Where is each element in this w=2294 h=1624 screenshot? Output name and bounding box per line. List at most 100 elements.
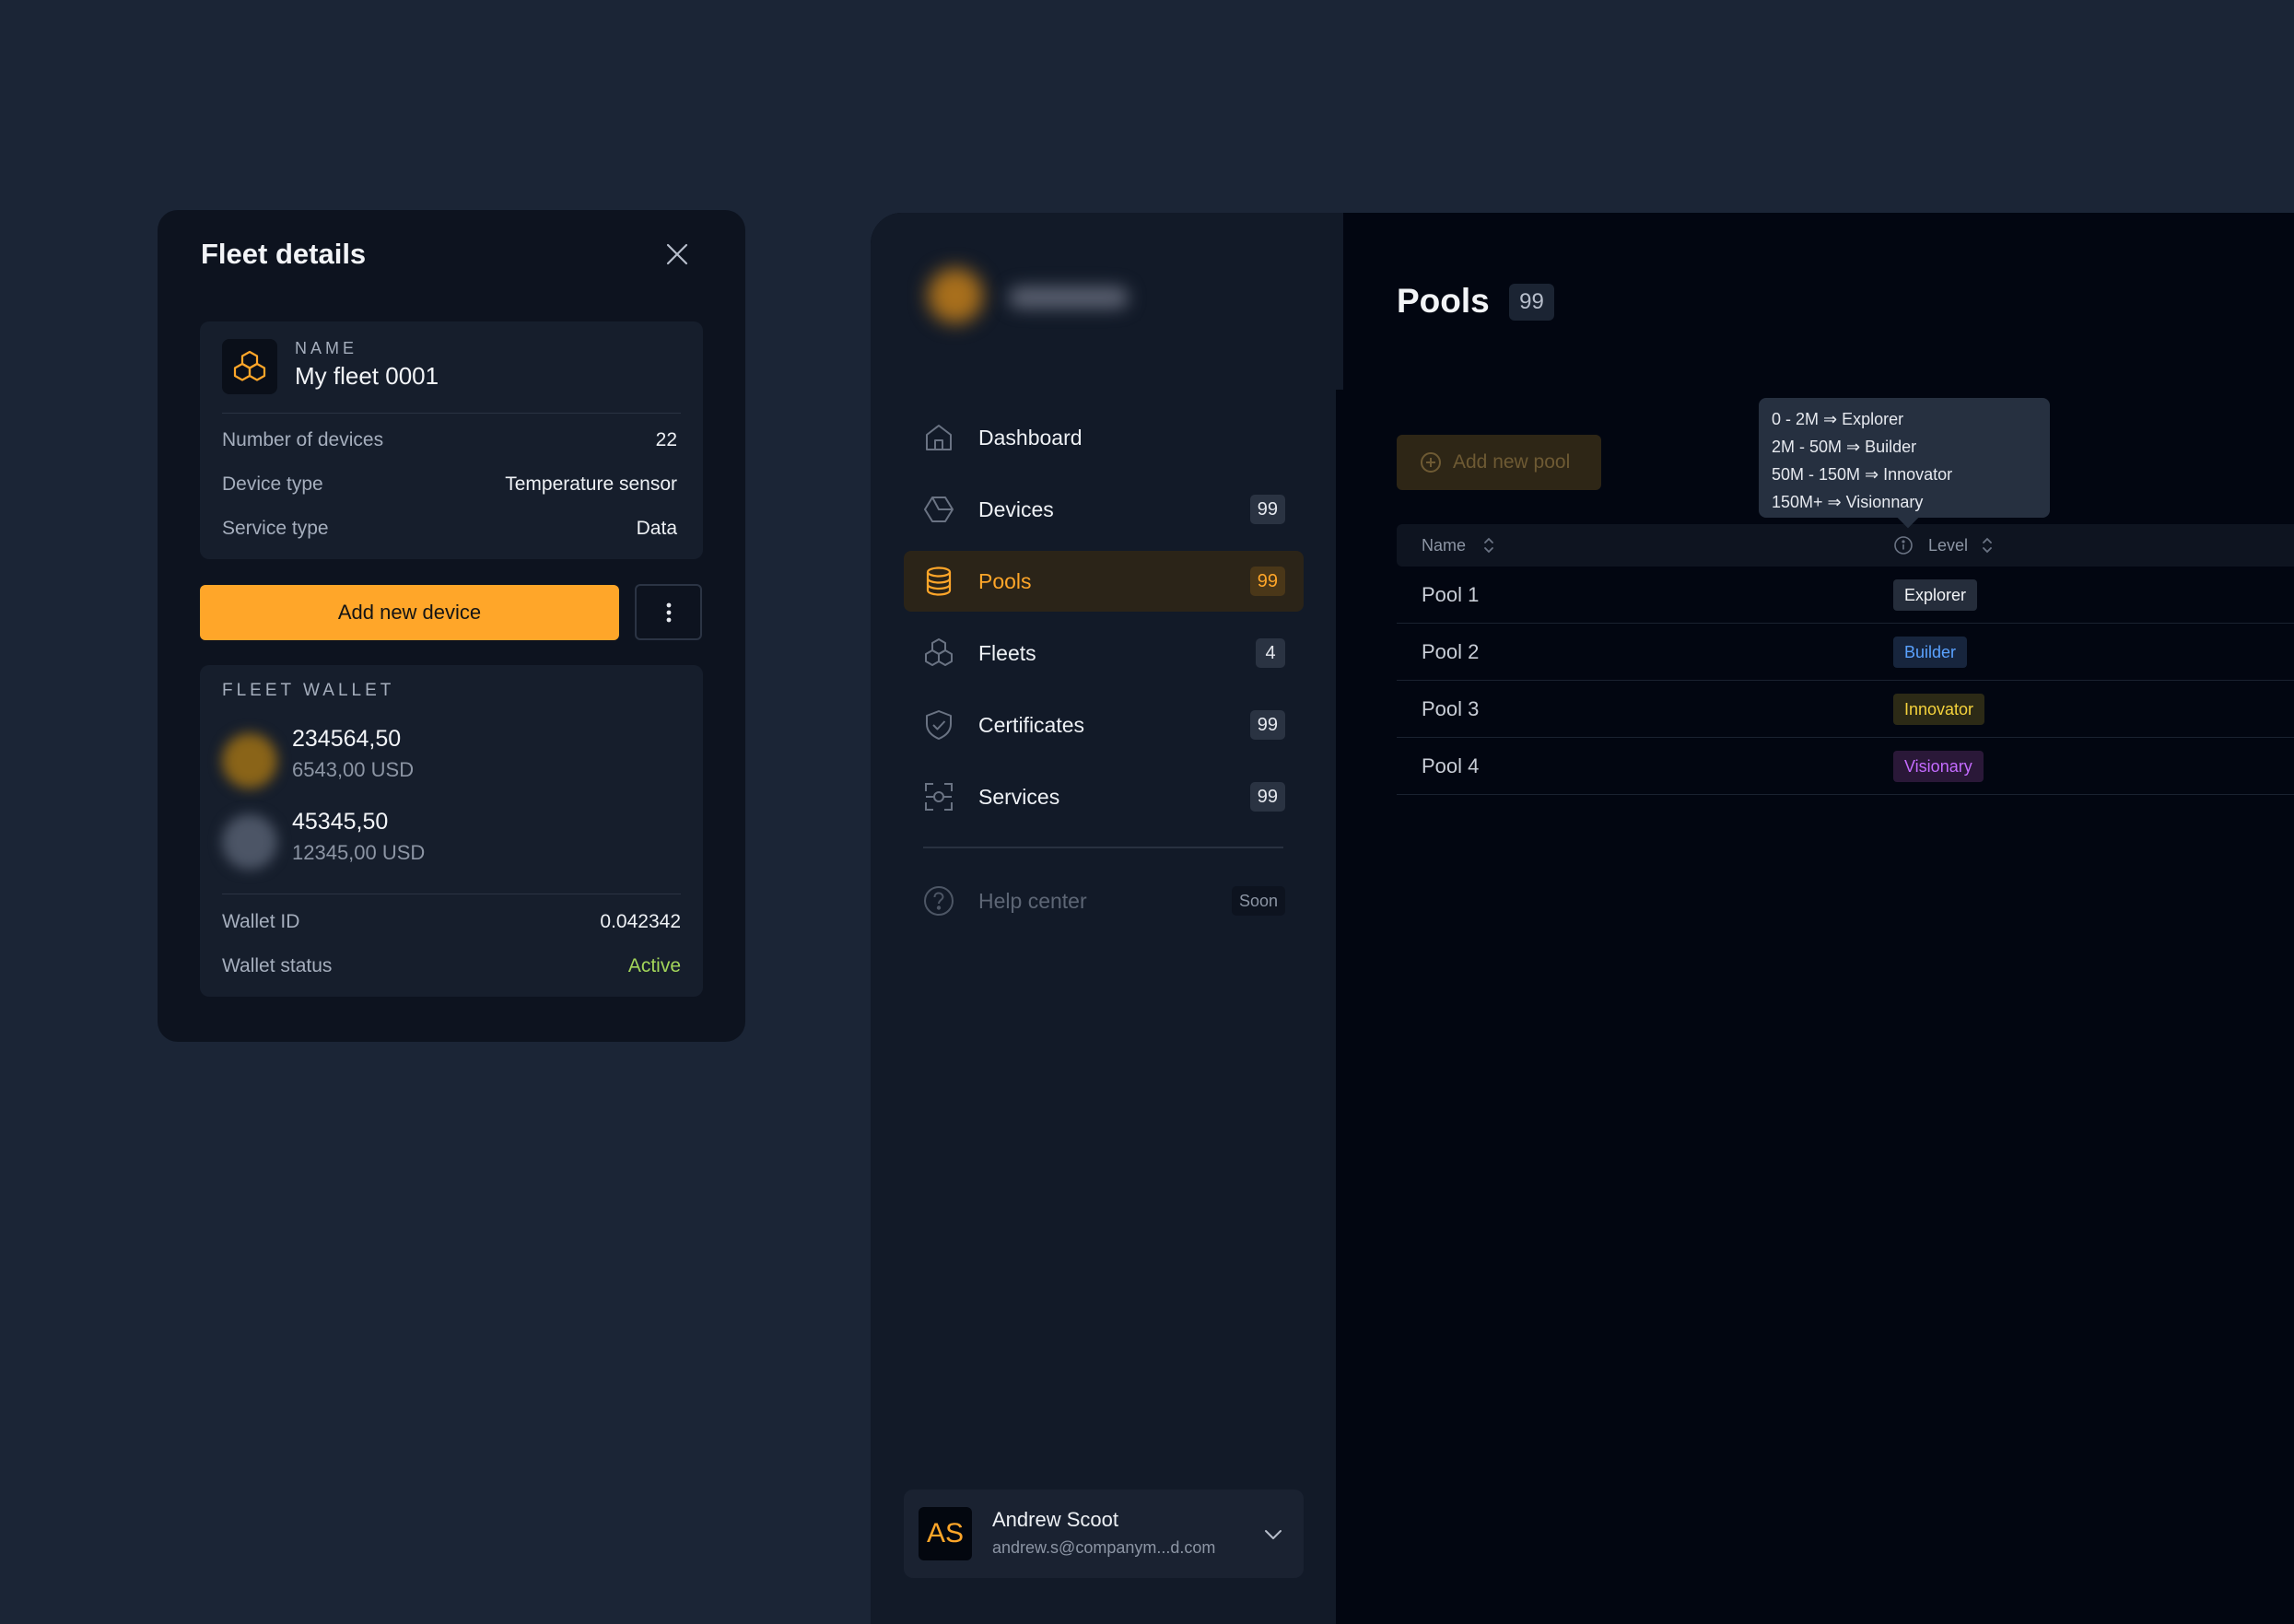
balance-usd: 6543,00 USD	[292, 758, 415, 781]
services-icon	[925, 783, 953, 811]
sidebar-divider	[923, 847, 1283, 848]
row-value: Data	[636, 518, 677, 539]
count-badge: 99	[1249, 710, 1285, 740]
count-badge: 99	[1249, 495, 1285, 524]
pools-table: Name Level Pool 1 Explorer Pool 2 Builde…	[1397, 524, 2294, 795]
sort-icon	[1484, 537, 1493, 554]
avatar: AS	[919, 1507, 972, 1560]
page-title: Pools	[1397, 282, 1490, 320]
tooltip-line: 50M - 150M ⇒ Innovator	[1772, 465, 1953, 484]
cubes-icon	[233, 350, 266, 381]
logo-wordmark	[1009, 286, 1129, 309]
close-button[interactable]	[661, 238, 694, 271]
add-pool-label: Add new pool	[1453, 451, 1571, 473]
fleet-avatar	[222, 339, 277, 394]
more-vertical-icon	[666, 602, 671, 622]
sidebar-item-label: Devices	[978, 497, 1054, 521]
pool-name: Pool 2	[1422, 640, 1480, 663]
sidebar-item-label: Fleets	[978, 641, 1036, 665]
sidebar-item-label: Services	[978, 785, 1060, 809]
column-label: Level	[1928, 535, 1969, 555]
fleet-info-panel: NAME My fleet 0001 Number of devices 22 …	[200, 321, 703, 559]
hexagon-icon	[924, 497, 954, 522]
sidebar-item-help-center[interactable]: Help center Soon	[904, 870, 1304, 931]
sidebar-edge	[1336, 213, 1343, 390]
column-header-name[interactable]: Name	[1422, 535, 1499, 555]
cubes-icon	[925, 638, 953, 666]
pool-name: Pool 3	[1422, 697, 1480, 720]
plus-circle-icon	[1421, 452, 1441, 473]
fleet-name: My fleet 0001	[295, 362, 439, 390]
shield-check-icon	[926, 710, 952, 740]
row-value: Temperature sensor	[505, 473, 677, 495]
number-of-devices-row: Number of devices 22	[222, 429, 677, 451]
name-label: NAME	[295, 339, 358, 357]
table-row[interactable]: Pool 3 Innovator	[1397, 681, 2294, 738]
sidebar-item-label: Help center	[978, 889, 1087, 913]
sidebar: Dashboard Devices 99 Pools 99 Fleets 4 C…	[871, 213, 1336, 1624]
row-label: Wallet status	[222, 955, 333, 976]
count-badge: 99	[1249, 782, 1285, 812]
user-name: Andrew Scoot	[992, 1508, 1118, 1531]
service-type-row: Service type Data	[222, 518, 677, 540]
wallet-id-row: Wallet ID 0.042342	[222, 911, 681, 933]
sidebar-item-pools[interactable]: Pools 99	[904, 551, 1304, 612]
add-pool-button[interactable]: Add new pool	[1397, 435, 1601, 490]
table-row[interactable]: Pool 1 Explorer	[1397, 567, 2294, 624]
count-badge: 4	[1256, 638, 1285, 668]
level-badge: Innovator	[1893, 694, 1985, 725]
sidebar-item-devices[interactable]: Devices 99	[904, 479, 1304, 540]
database-icon	[926, 567, 952, 596]
home-icon	[926, 425, 952, 450]
more-options-button[interactable]	[635, 584, 702, 640]
balance-amount: 45345,50	[292, 809, 389, 835]
row-value: 22	[655, 429, 677, 450]
pool-name: Pool 4	[1422, 754, 1480, 777]
sidebar-item-label: Certificates	[978, 713, 1085, 737]
balance-usd: 12345,00 USD	[292, 841, 426, 864]
soon-badge: Soon	[1231, 886, 1285, 916]
table-header: Name Level	[1397, 524, 2294, 567]
fleet-wallet-label: FLEET WALLET	[222, 681, 395, 700]
count-badge: 99	[1249, 567, 1285, 596]
row-label: Service type	[222, 518, 329, 539]
pool-name: Pool 1	[1422, 583, 1480, 606]
row-label: Number of devices	[222, 429, 384, 450]
table-row[interactable]: Pool 2 Builder	[1397, 624, 2294, 681]
column-header-level[interactable]: Level	[1893, 535, 1997, 555]
sidebar-item-dashboard[interactable]: Dashboard	[904, 407, 1304, 468]
status-badge: Active	[627, 955, 681, 976]
logo-icon	[928, 268, 983, 323]
column-label: Name	[1422, 535, 1467, 555]
fleet-details-title: Fleet details	[201, 238, 367, 270]
level-badge: Builder	[1893, 637, 1968, 668]
wallet-status-row: Wallet status Active	[222, 955, 681, 977]
user-menu[interactable]: AS Andrew Scoot andrew.s@companym...d.co…	[904, 1490, 1304, 1578]
level-tooltip: 0 - 2M ⇒ Explorer 2M - 50M ⇒ Builder 50M…	[1759, 398, 2050, 529]
row-label: Wallet ID	[222, 911, 300, 932]
help-icon	[924, 886, 954, 916]
sidebar-item-label: Pools	[978, 569, 1032, 593]
info-icon[interactable]	[1893, 535, 1914, 555]
add-device-button[interactable]: Add new device	[200, 585, 619, 640]
fleet-wallet-panel: FLEET WALLET 234564,50 6543,00 USD 45345…	[200, 665, 703, 997]
sidebar-item-label: Dashboard	[978, 426, 1083, 450]
device-type-row: Device type Temperature sensor	[222, 473, 677, 496]
token-icon	[222, 733, 277, 789]
fleet-details-card: Fleet details NAME My fleet 0001 Number …	[158, 210, 745, 1042]
sidebar-item-fleets[interactable]: Fleets 4	[904, 623, 1304, 683]
row-label: Device type	[222, 473, 323, 495]
level-badge: Visionary	[1893, 751, 1984, 782]
sidebar-item-services[interactable]: Services 99	[904, 766, 1304, 827]
sidebar-item-certificates[interactable]: Certificates 99	[904, 695, 1304, 755]
divider	[222, 413, 681, 414]
tooltip-line: 2M - 50M ⇒ Builder	[1772, 438, 1917, 456]
chevron-down-icon	[1265, 1530, 1282, 1539]
level-badge: Explorer	[1893, 579, 1978, 611]
tooltip-line: 0 - 2M ⇒ Explorer	[1772, 410, 1904, 428]
close-icon	[666, 243, 688, 265]
balance-amount: 234564,50	[292, 726, 402, 752]
table-row[interactable]: Pool 4 Visionary	[1397, 738, 2294, 795]
user-email: andrew.s@companym...d.com	[992, 1538, 1216, 1557]
app-window: Dashboard Devices 99 Pools 99 Fleets 4 C…	[871, 213, 2294, 1624]
